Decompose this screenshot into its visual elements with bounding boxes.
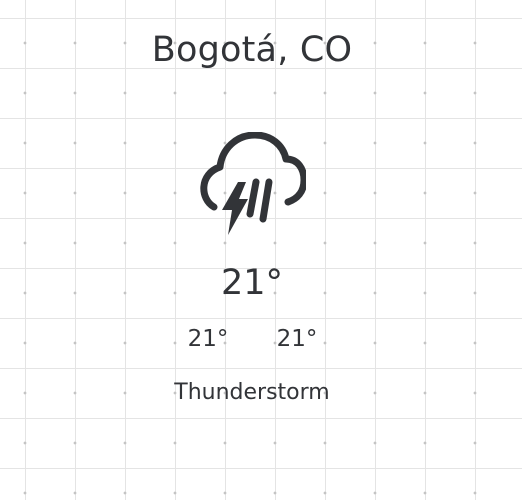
max-temperature: 21° xyxy=(276,326,318,352)
min-temperature: 21° xyxy=(187,326,229,352)
weather-widget: Bogotá, CO 21° 21° 21° Thunderstorm xyxy=(0,0,504,500)
weather-condition: Thunderstorm xyxy=(174,380,330,405)
thunderstorm-icon xyxy=(200,132,306,236)
location-title: Bogotá, CO xyxy=(151,30,353,70)
current-temperature: 21° xyxy=(220,263,284,303)
